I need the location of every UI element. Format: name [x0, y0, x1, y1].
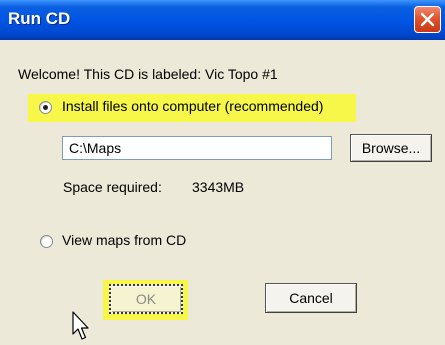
- space-required-value: 3343MB: [192, 179, 245, 195]
- ok-button[interactable]: OK: [109, 284, 183, 314]
- radio-selected-dot: [43, 105, 48, 110]
- close-icon: [420, 12, 435, 27]
- window-title: Run CD: [8, 9, 71, 28]
- cancel-button[interactable]: Cancel: [265, 283, 357, 313]
- close-button[interactable]: [414, 6, 441, 33]
- title-bar: Run CD: [0, 0, 445, 40]
- space-required-label: Space required:: [63, 179, 162, 195]
- browse-button[interactable]: Browse...: [350, 134, 432, 162]
- view-option-radio[interactable]: [40, 235, 53, 248]
- install-option-label[interactable]: Install files onto computer (recommended…: [62, 98, 323, 114]
- install-path-input[interactable]: [62, 136, 332, 160]
- mouse-pointer-icon: [72, 311, 89, 340]
- install-option-radio[interactable]: [39, 101, 52, 114]
- view-option-label[interactable]: View maps from CD: [62, 232, 186, 248]
- welcome-text: Welcome! This CD is labeled: Vic Topo #1: [18, 66, 278, 82]
